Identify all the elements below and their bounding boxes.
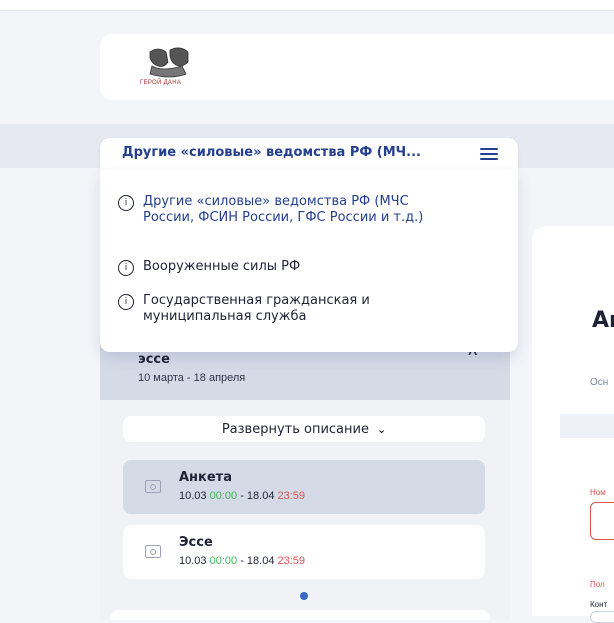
task-name: Эссе xyxy=(179,535,213,550)
menu-icon[interactable] xyxy=(480,148,498,160)
field-label-contact: Конт xyxy=(590,600,608,609)
field-label-number: Ном xyxy=(590,488,606,497)
logo-text: ГЕРОЙ ДАНА xyxy=(140,80,182,86)
category-dropdown: i Другие «силовые» ведомства РФ (МЧС Рос… xyxy=(100,170,518,352)
info-icon: i xyxy=(118,260,134,276)
main-title: Ан xyxy=(592,308,614,333)
number-field[interactable] xyxy=(590,502,614,540)
stage-name: эссе xyxy=(138,352,170,367)
chevron-down-icon: ⌄ xyxy=(376,422,387,436)
timeline-dot xyxy=(300,592,308,600)
category-option-label: Государственная гражданская и муниципаль… xyxy=(143,293,370,324)
contact-field[interactable] xyxy=(590,611,614,623)
task-card[interactable]: Анкета 10.03 00:00 - 18.04 23:59 xyxy=(123,460,485,514)
category-select-value: Другие «силовые» ведомства РФ (МЧ... xyxy=(122,145,421,160)
next-stage-card[interactable] xyxy=(110,610,490,620)
info-icon: i xyxy=(118,195,134,211)
expand-label: Развернуть описание xyxy=(221,421,369,437)
task-card[interactable]: Эссе 10.03 00:00 - 18.04 23:59 xyxy=(123,525,485,579)
task-time: 10.03 00:00 - 18.04 23:59 xyxy=(179,555,306,567)
task-name: Анкета xyxy=(179,470,232,485)
field-label-gender: Пол xyxy=(590,580,605,589)
category-option-label: Другие «силовые» ведомства РФ (МЧС Росси… xyxy=(143,194,424,225)
top-bar xyxy=(0,0,614,11)
category-option[interactable]: i Вооруженные силы РФ xyxy=(118,259,448,276)
category-option-label: Вооруженные силы РФ xyxy=(143,259,301,274)
logo-icon[interactable] xyxy=(140,44,210,94)
task-icon xyxy=(145,545,161,558)
info-icon: i xyxy=(118,294,134,310)
main-divider xyxy=(560,414,614,438)
category-option[interactable]: i Другие «силовые» ведомства РФ (МЧС Рос… xyxy=(118,194,448,226)
task-icon xyxy=(145,480,161,493)
category-option[interactable]: i Государственная гражданская и муниципа… xyxy=(118,293,448,325)
expand-description-button[interactable]: Развернуть описание ⌄ xyxy=(123,416,485,442)
main-tab[interactable]: Осн xyxy=(590,377,608,388)
task-time: 10.03 00:00 - 18.04 23:59 xyxy=(179,490,306,502)
stage-dates: 10 марта - 18 апреля xyxy=(138,372,246,384)
